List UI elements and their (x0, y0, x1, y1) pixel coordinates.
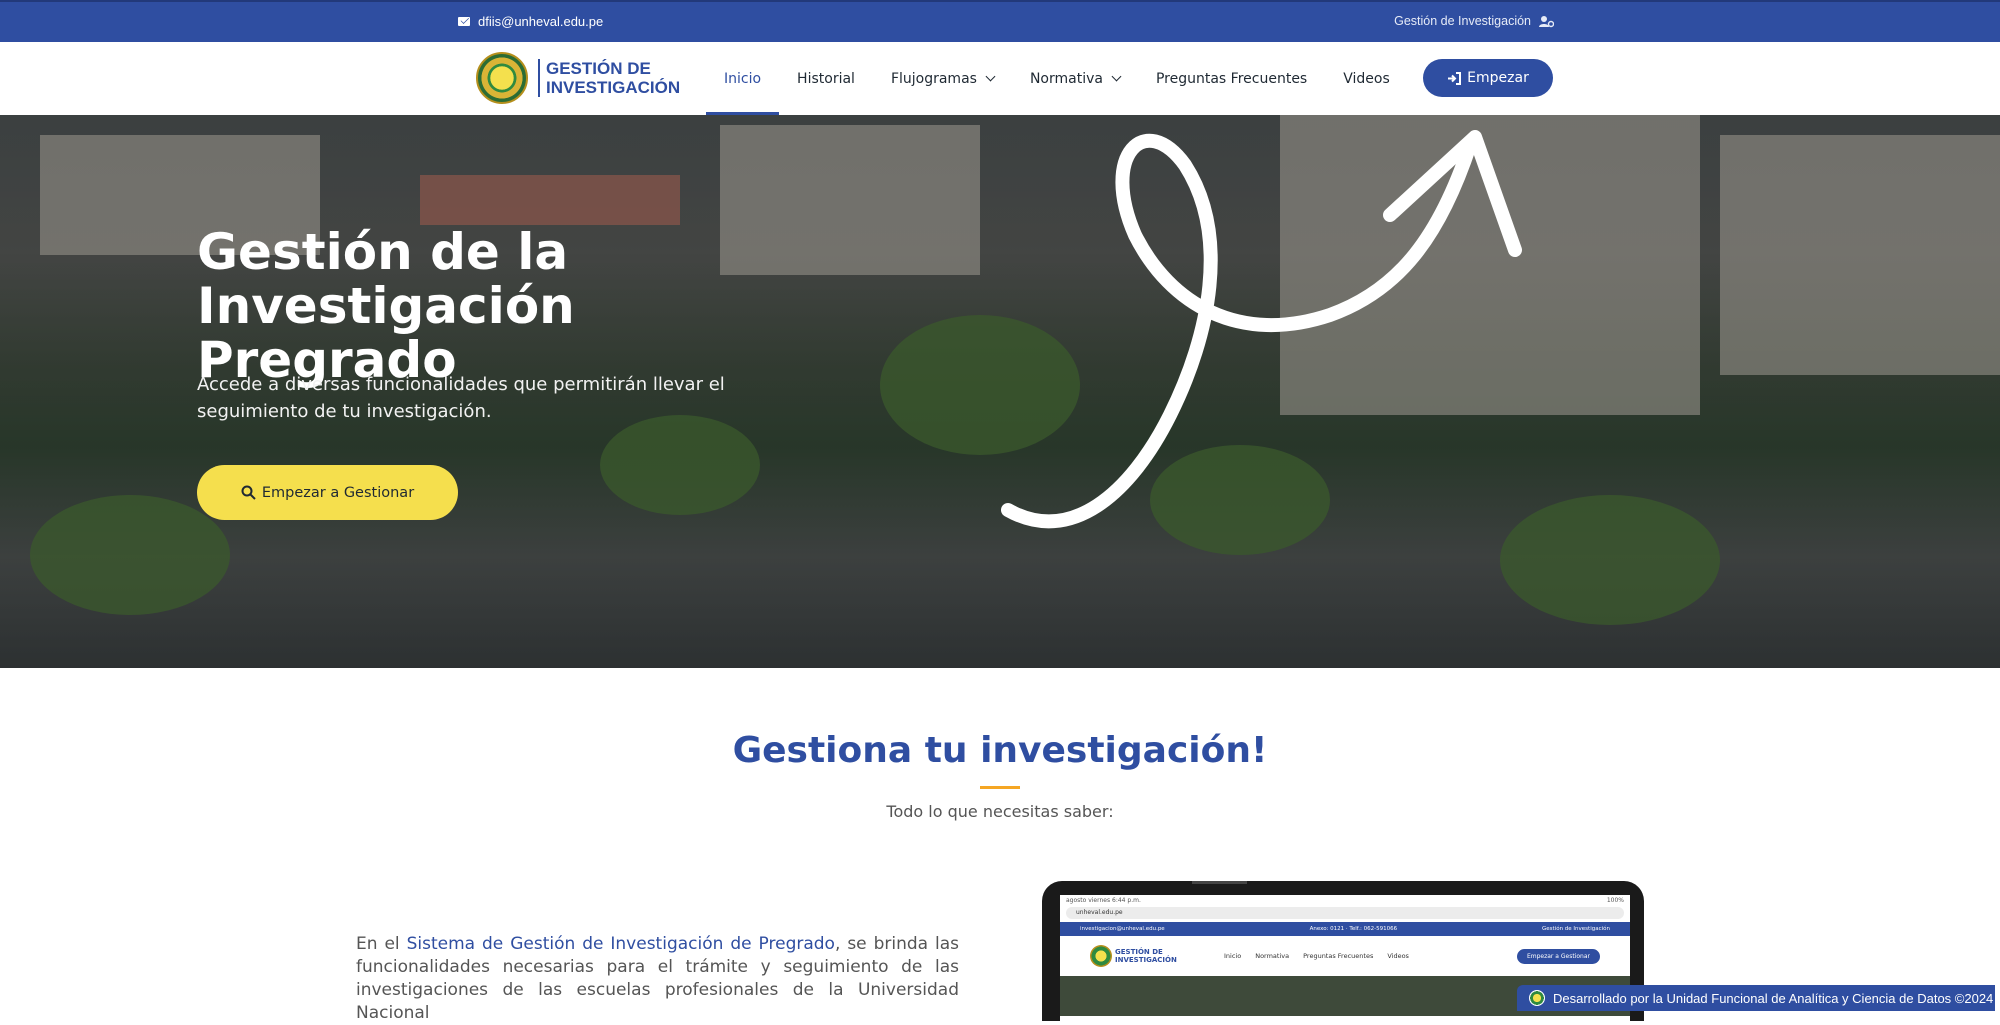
nav-label: Inicio (724, 70, 762, 87)
user-gear-icon (1539, 15, 1554, 27)
nav-videos[interactable]: Videos (1325, 42, 1408, 115)
background-building (1720, 135, 2000, 375)
hero-title-line-1: Gestión de la Investigación (197, 223, 575, 335)
research-management-link[interactable]: Gestión de Investigación (1394, 14, 1554, 28)
nav-flujogramas[interactable]: Flujogramas (873, 42, 1012, 115)
preview-status-bar: agosto viernes 6:44 p.m. 100% (1060, 895, 1630, 905)
preview-status-left: agosto viernes 6:44 p.m. (1066, 897, 1141, 904)
main-header: GESTIÓN DE INVESTIGACIÓN Inicio Historia… (0, 42, 2000, 115)
preview-logo-line-1: GESTIÓN DE (1115, 948, 1163, 956)
envelope-icon (458, 17, 470, 26)
top-bar: dfiis@unheval.edu.pe Gestión de Investig… (0, 0, 2000, 42)
preview-nav-item: Preguntas Frecuentes (1303, 952, 1374, 960)
preview-logo: GESTIÓN DE INVESTIGACIÓN (1090, 945, 1210, 967)
nav-label: Flujogramas (890, 70, 977, 87)
preview-status-right: 100% (1606, 897, 1624, 904)
logo-line-1: GESTIÓN DE (546, 59, 651, 78)
sign-in-icon (1448, 71, 1462, 85)
paragraph-prefix: En el (356, 934, 407, 954)
preview-seal-icon (1090, 945, 1112, 967)
empezar-label: Empezar (1467, 70, 1529, 86)
contact-email[interactable]: dfiis@unheval.edu.pe (458, 14, 603, 29)
chevron-down-icon (1111, 71, 1122, 82)
search-icon (241, 485, 256, 500)
preview-button: Empezar a Gestionar (1516, 948, 1600, 964)
credits-text: Desarrollado por la Unidad Funcional de … (1553, 990, 1994, 1006)
logo-line-2: INVESTIGACIÓN (546, 78, 681, 97)
preview-logo-line-2: INVESTIGACIÓN (1115, 956, 1177, 964)
preview-nav-item: Videos (1387, 952, 1409, 960)
email-text: dfiis@unheval.edu.pe (478, 14, 604, 29)
hero-title: Gestión de la Investigación Pregrado (197, 225, 897, 387)
preview-top-mid: Anexo: 0121 · Telf.: 062-591066 (1309, 926, 1398, 932)
preview-top-right: Gestión de Investigación (1542, 926, 1610, 932)
nav-label: Historial (797, 70, 855, 87)
preview-top-left: investigacion@unheval.edu.pe (1080, 926, 1165, 932)
section-title: Gestiona tu investigación! (732, 730, 1268, 771)
system-name-link[interactable]: Sistema de Gestión de Investigación de P… (407, 934, 835, 954)
start-managing-label: Empezar a Gestionar (261, 484, 415, 501)
start-managing-button[interactable]: Empezar a Gestionar (197, 465, 458, 520)
preview-url: unheval.edu.pe (1076, 909, 1123, 916)
empezar-button[interactable]: Empezar (1423, 59, 1553, 97)
preview-nav-item: Inicio (1224, 952, 1242, 960)
section-subtitle: Todo lo que necesitas saber: (886, 802, 1114, 821)
preview-address-bar: unheval.edu.pe (1066, 907, 1624, 919)
section-divider (980, 786, 1020, 789)
background-tree (600, 415, 760, 515)
decorative-arrow-icon (1001, 130, 1522, 529)
credits-badge[interactable]: Desarrollado por la Unidad Funcional de … (1517, 985, 1995, 1011)
background-roof (420, 175, 680, 225)
preview-header: GESTIÓN DE INVESTIGACIÓN Inicio Normativ… (1060, 936, 1630, 976)
logo-text: GESTIÓN DE INVESTIGACIÓN (538, 59, 681, 97)
nav-label: Preguntas Frecuentes (1155, 70, 1308, 87)
nav-inicio[interactable]: Inicio (706, 42, 780, 115)
intro-paragraph: En el Sistema de Gestión de Investigació… (356, 933, 959, 1025)
preview-nav-item: Normativa (1255, 952, 1290, 960)
site-logo[interactable]: GESTIÓN DE INVESTIGACIÓN (476, 52, 681, 104)
hero-subtitle: Accede a diversas funcionalidades que pe… (197, 374, 725, 422)
nav-historial[interactable]: Historial (779, 42, 873, 115)
nav-normativa[interactable]: Normativa (1012, 42, 1138, 115)
laptop-hinge (1192, 881, 1247, 884)
university-seal-icon (1529, 990, 1545, 1006)
nav-preguntas-frecuentes[interactable]: Preguntas Frecuentes (1138, 42, 1325, 115)
nav-label: Normativa (1029, 70, 1103, 87)
university-seal-icon (476, 52, 528, 104)
research-management-label: Gestión de Investigación (1394, 14, 1531, 28)
main-nav: Inicio Historial Flujogramas Normativa P… (706, 42, 1408, 115)
background-tree (30, 495, 230, 615)
preview-top-bar: investigacion@unheval.edu.pe Anexo: 0121… (1060, 922, 1630, 936)
nav-label: Videos (1343, 70, 1390, 87)
chevron-down-icon (985, 71, 996, 82)
